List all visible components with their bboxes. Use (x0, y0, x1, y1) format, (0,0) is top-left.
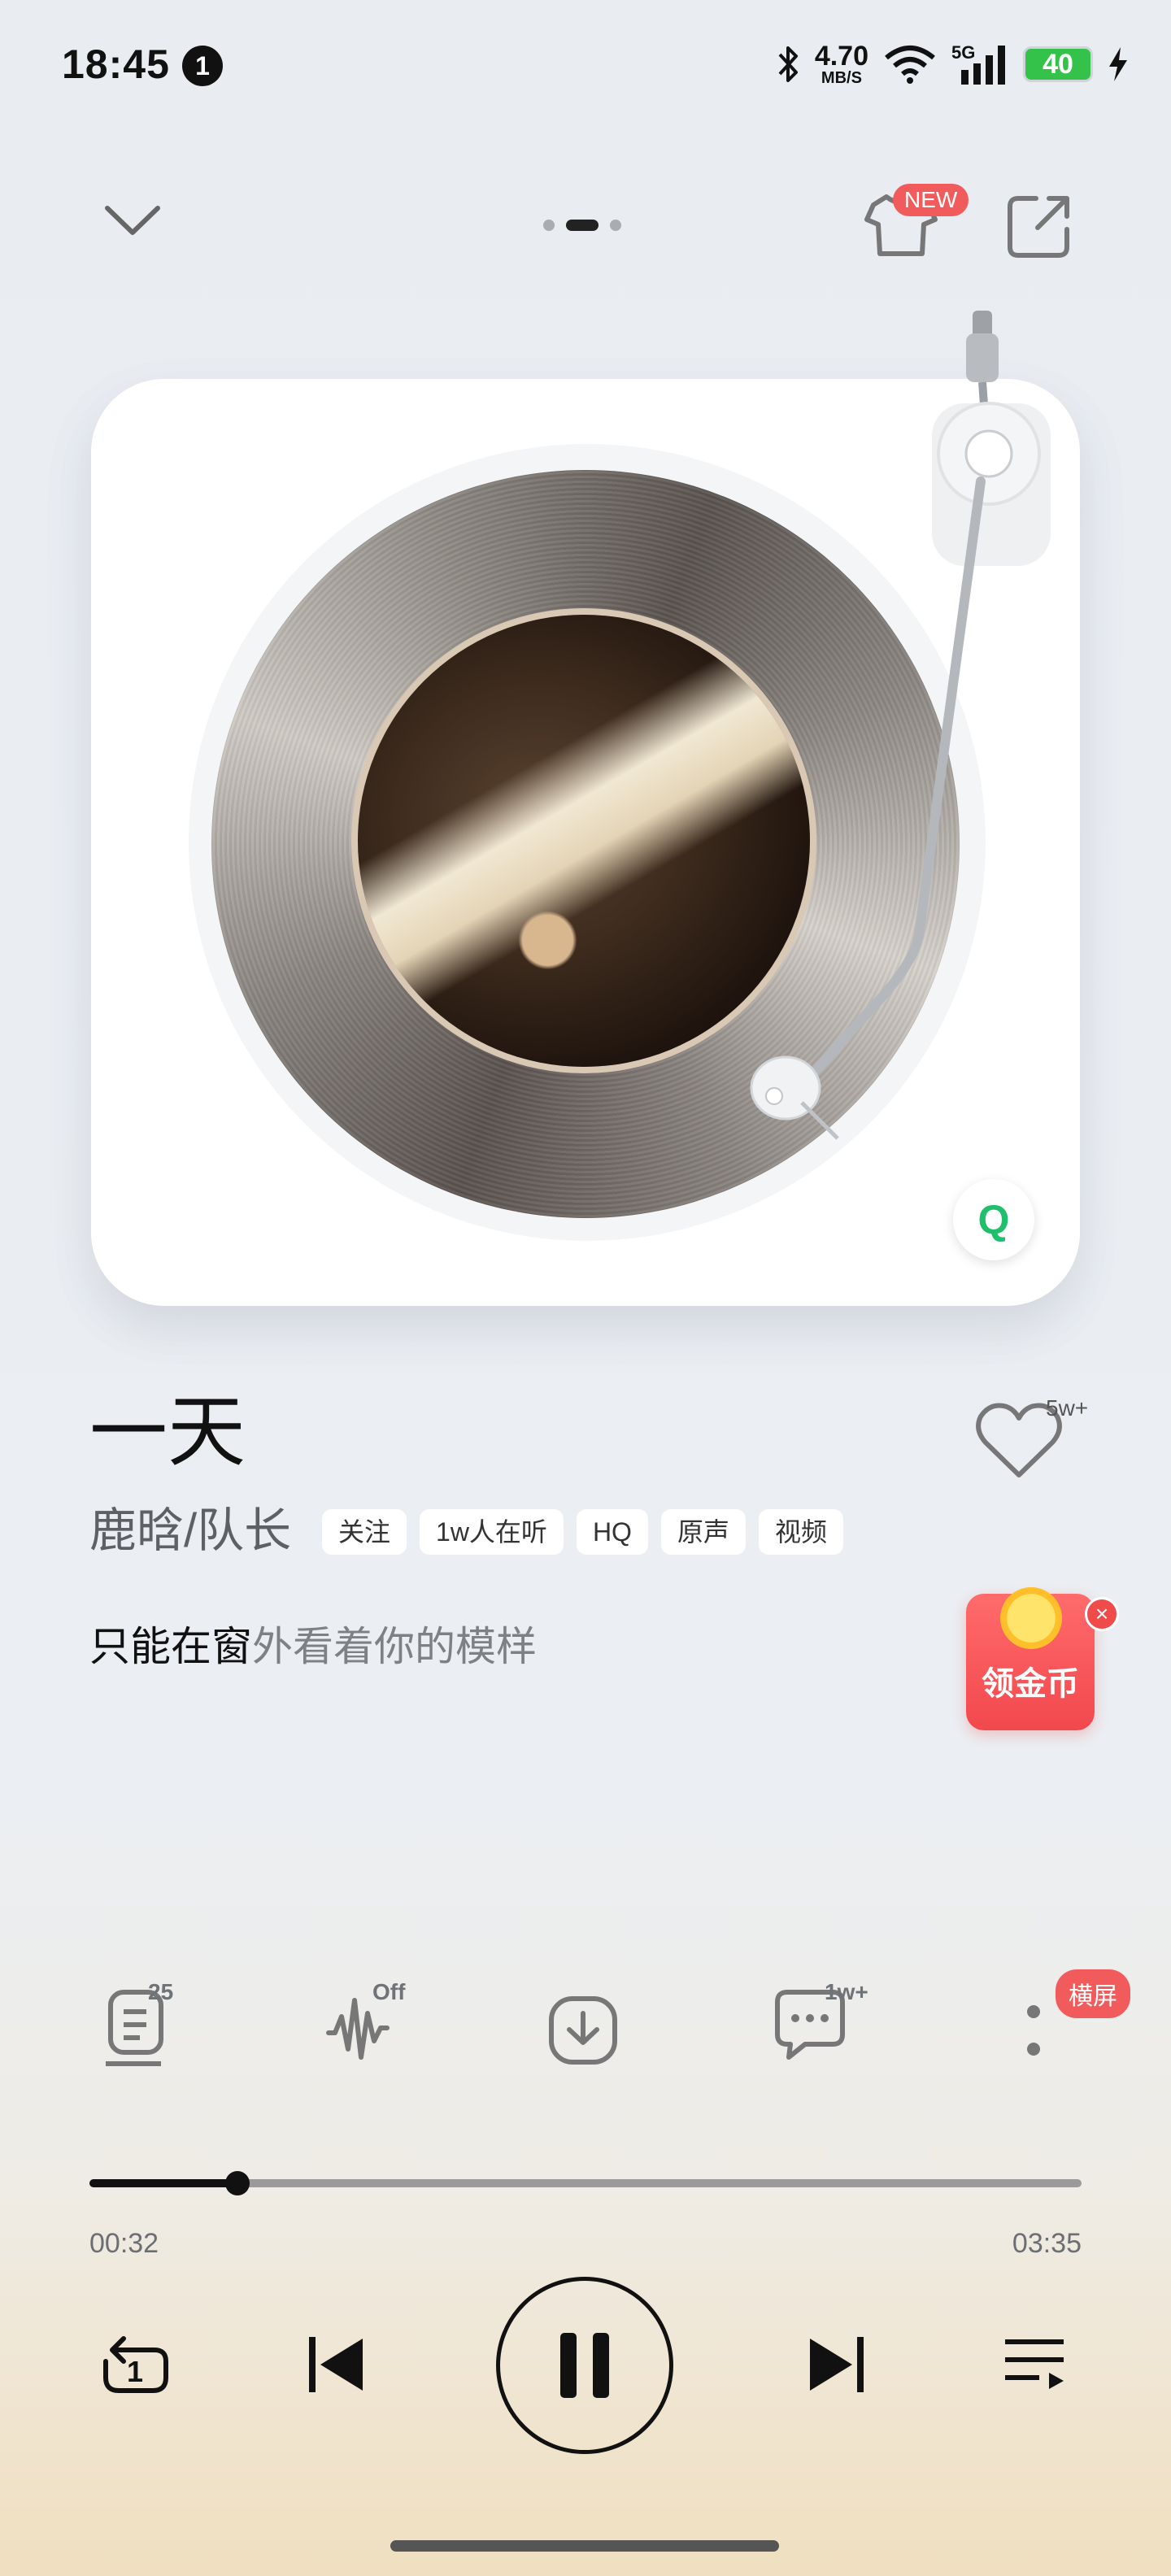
progress-thumb[interactable] (224, 2171, 250, 2195)
envelope-close-button[interactable]: × (1085, 1597, 1119, 1631)
gold-coin-envelope[interactable]: 领金币 (966, 1587, 1095, 1730)
total-time: 03:35 (1012, 2228, 1082, 2259)
wifi-icon (885, 46, 935, 84)
original-tag[interactable]: 原声 (660, 1509, 746, 1555)
listeners-tag[interactable]: 1w人在听 (420, 1509, 564, 1555)
lyric-unsung: 外看着你的模样 (252, 1624, 537, 1669)
home-indicator[interactable] (390, 2540, 779, 2552)
comments-button[interactable]: 1w+ (773, 1979, 878, 2073)
comment-count: 1w+ (825, 1979, 868, 2004)
charging-icon (1109, 47, 1127, 81)
playlist-button[interactable]: 25 (102, 1979, 192, 2073)
page-dot-active (566, 220, 599, 231)
song-title: 一天 (89, 1389, 246, 1476)
like-count: 5w+ (1046, 1395, 1089, 1421)
effect-state: Off (372, 1979, 406, 2004)
collapse-chevron-icon[interactable] (102, 200, 163, 241)
current-lyric[interactable]: 只能在窗外看着你的模样 (89, 1626, 537, 1667)
pause-icon-right (593, 2333, 609, 2398)
follow-tag[interactable]: 关注 (322, 1509, 407, 1555)
video-tag[interactable]: 视频 (758, 1509, 843, 1555)
share-icon[interactable] (1003, 192, 1073, 262)
current-time: 00:32 (89, 2228, 159, 2259)
page-dot (543, 220, 555, 231)
more-options-icon[interactable] (1021, 2000, 1046, 2065)
cellular-signal: 5G (951, 42, 1008, 86)
coin-icon (1000, 1587, 1062, 1649)
page-dot (610, 220, 621, 231)
quality-tag[interactable]: HQ (576, 1509, 648, 1555)
download-icon[interactable] (546, 1994, 620, 2067)
song-tags: 关注 1w人在听 HQ 原声 视频 (322, 1509, 843, 1555)
repeat-count: 1 (127, 2355, 144, 2388)
envelope-label: 领金币 (982, 1666, 1079, 1702)
battery-indicator: 40 (1023, 46, 1093, 82)
queue-list-icon[interactable] (1002, 2335, 1067, 2394)
lyric-sung: 只能在窗 (89, 1624, 252, 1669)
qq-music-logo: Q (953, 1179, 1034, 1260)
repeat-one-button[interactable]: 1 (96, 2326, 176, 2405)
progress-fill (89, 2179, 237, 2187)
network-speed-value: 4.70 (814, 41, 868, 72)
artist-name[interactable]: 鹿晗/队长 (89, 1508, 291, 1555)
next-track-icon[interactable] (805, 2334, 867, 2395)
signal-icon (961, 46, 1005, 85)
new-badge: NEW (893, 184, 969, 216)
page-indicator (543, 220, 621, 231)
tonearm (750, 311, 1041, 1140)
sound-effect-button[interactable]: Off (324, 1979, 421, 2073)
network-speed-unit: MB/S (821, 69, 862, 87)
previous-track-icon[interactable] (306, 2334, 368, 2395)
pause-icon-left (560, 2333, 577, 2398)
status-icons: 4.70 MB/S 5G 40 (776, 36, 1129, 93)
playlist-count: 25 (148, 1979, 174, 2004)
network-speed: 4.70 MB/S (815, 42, 868, 86)
bluetooth-icon (778, 46, 798, 82)
notification-badge: 1 (182, 46, 223, 86)
status-time: 18:45 (62, 41, 170, 87)
pause-button[interactable] (496, 2277, 673, 2454)
landscape-badge[interactable]: 横屏 (1056, 1969, 1130, 2018)
